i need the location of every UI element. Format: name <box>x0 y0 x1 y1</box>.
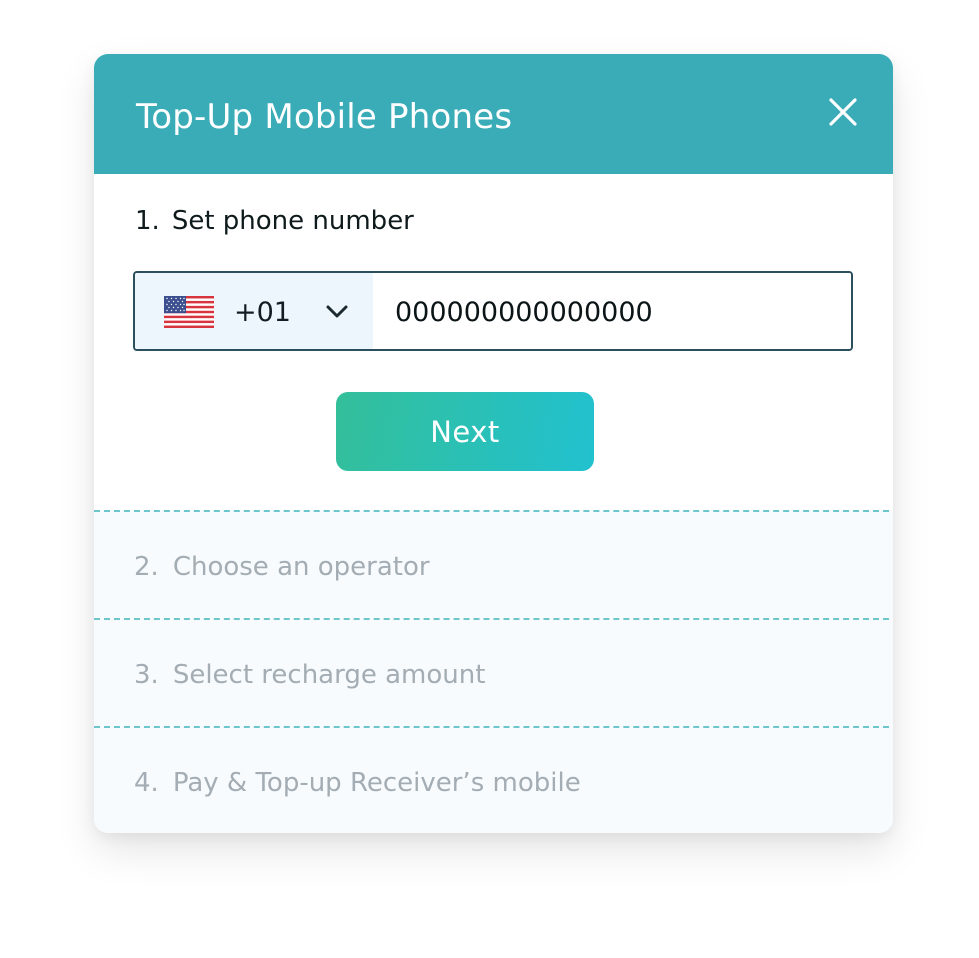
step-label: 2. Choose an operator <box>134 552 430 582</box>
step-row: 2. Choose an operator <box>94 510 889 617</box>
dial-code: +01 <box>234 297 291 328</box>
phone-number-input[interactable] <box>373 273 851 349</box>
country-code-select[interactable]: +01 <box>135 273 373 349</box>
us-flag-icon <box>164 296 214 328</box>
step-number: 3. <box>134 660 159 690</box>
step-number: 1. <box>135 206 160 236</box>
step-title: Pay & Top-up Receiver’s mobile <box>172 768 581 798</box>
step-1-heading: 1. Set phone number <box>135 206 414 236</box>
step-label: 4. Pay & Top-up Receiver’s mobile <box>134 768 581 798</box>
step-title: Select recharge amount <box>172 660 486 690</box>
phone-number-field-group: +01 <box>133 271 853 351</box>
modal-header: Top-Up Mobile Phones <box>94 54 893 174</box>
chevron-down-icon <box>326 305 348 318</box>
step-number: 2. <box>134 552 159 582</box>
pending-steps: 2. Choose an operator 3. Select recharge a… <box>94 510 893 833</box>
top-up-modal: Top-Up Mobile Phones 1. Set phone number <box>94 54 893 833</box>
step-row: 3. Select recharge amount <box>94 618 889 725</box>
step-title: Choose an operator <box>172 552 430 582</box>
close-icon <box>829 98 857 126</box>
step-label: 3. Select recharge amount <box>134 660 485 690</box>
step-row: 4. Pay & Top-up Receiver’s mobile <box>94 726 889 833</box>
step-title: Set phone number <box>171 206 414 236</box>
next-button[interactable]: Next <box>336 392 594 471</box>
close-button[interactable] <box>827 96 859 128</box>
modal-title: Top-Up Mobile Phones <box>136 97 513 137</box>
step-number: 4. <box>134 768 159 798</box>
